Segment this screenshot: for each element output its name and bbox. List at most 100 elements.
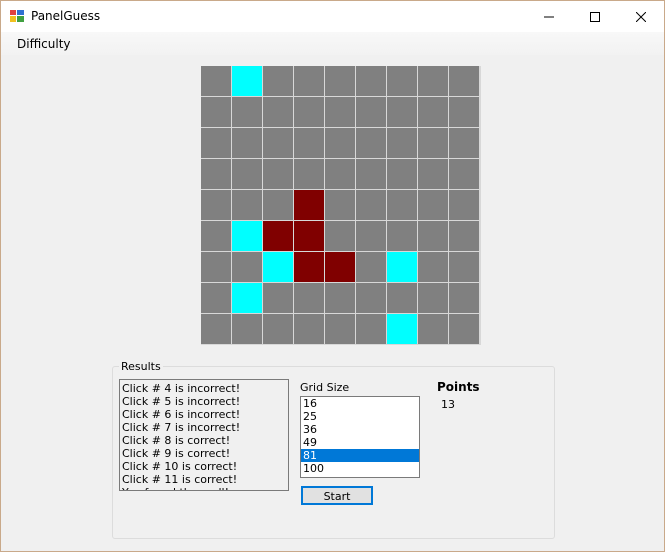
grid-cell[interactable] — [263, 283, 293, 313]
menu-difficulty[interactable]: Difficulty — [17, 37, 71, 51]
grid-cell[interactable] — [449, 97, 479, 127]
grid-cell-correct[interactable] — [232, 221, 262, 251]
grid-size-option[interactable]: 81 — [301, 449, 419, 462]
grid-cell[interactable] — [418, 190, 448, 220]
grid-cell[interactable] — [232, 97, 262, 127]
grid-cell[interactable] — [418, 159, 448, 189]
grid-cell[interactable] — [387, 283, 417, 313]
grid-cell[interactable] — [387, 97, 417, 127]
grid-size-option[interactable]: 100 — [301, 462, 419, 475]
grid-cell[interactable] — [263, 159, 293, 189]
grid-cell[interactable] — [263, 314, 293, 344]
grid-cell-target[interactable] — [294, 252, 324, 282]
grid-cell[interactable] — [449, 66, 479, 96]
grid-cell[interactable] — [263, 190, 293, 220]
grid-size-option[interactable]: 49 — [301, 436, 419, 449]
title-bar[interactable]: PanelGuess — [1, 1, 664, 32]
grid-cell[interactable] — [387, 159, 417, 189]
grid-cell[interactable] — [356, 190, 386, 220]
grid-cell-correct[interactable] — [232, 283, 262, 313]
grid-cell[interactable] — [356, 283, 386, 313]
grid-cell[interactable] — [201, 221, 231, 251]
grid-cell[interactable] — [418, 97, 448, 127]
grid-cell[interactable] — [201, 97, 231, 127]
grid-cell[interactable] — [201, 252, 231, 282]
grid-cell[interactable] — [356, 128, 386, 158]
grid-cell[interactable] — [263, 66, 293, 96]
grid-cell[interactable] — [325, 66, 355, 96]
grid-cell[interactable] — [387, 66, 417, 96]
results-label: Results — [119, 360, 163, 373]
grid-cell[interactable] — [201, 128, 231, 158]
grid-cell[interactable] — [418, 221, 448, 251]
grid-cell[interactable] — [232, 128, 262, 158]
grid-cell-target[interactable] — [294, 221, 324, 251]
grid-cell[interactable] — [325, 159, 355, 189]
grid-cell[interactable] — [418, 128, 448, 158]
menu-bar: Difficulty — [1, 32, 664, 55]
grid-cell[interactable] — [449, 159, 479, 189]
grid-cell[interactable] — [449, 190, 479, 220]
grid-cell[interactable] — [356, 252, 386, 282]
grid-cell[interactable] — [201, 283, 231, 313]
grid-cell-correct[interactable] — [387, 314, 417, 344]
grid-cell[interactable] — [263, 97, 293, 127]
grid-cell-correct[interactable] — [263, 252, 293, 282]
grid-cell[interactable] — [201, 66, 231, 96]
grid-cell[interactable] — [325, 97, 355, 127]
grid-cell[interactable] — [263, 128, 293, 158]
grid-cell[interactable] — [294, 159, 324, 189]
grid-size-option[interactable]: 25 — [301, 410, 419, 423]
results-log[interactable]: Click # 4 is incorrect! Click # 5 is inco… — [119, 379, 289, 491]
start-button[interactable]: Start — [301, 486, 373, 505]
grid-cell[interactable] — [294, 314, 324, 344]
grid-cell[interactable] — [201, 159, 231, 189]
grid-size-option[interactable]: 36 — [301, 423, 419, 436]
grid-cell[interactable] — [232, 159, 262, 189]
window-title: PanelGuess — [31, 9, 101, 23]
grid-cell[interactable] — [325, 128, 355, 158]
grid-cell-target[interactable] — [263, 221, 293, 251]
log-line: Click # 6 is incorrect! — [122, 408, 241, 421]
grid-cell-target[interactable] — [325, 252, 355, 282]
grid-cell[interactable] — [325, 283, 355, 313]
grid-cell[interactable] — [356, 221, 386, 251]
maximize-button[interactable] — [572, 1, 618, 32]
grid-cell[interactable] — [201, 190, 231, 220]
grid-cell[interactable] — [356, 159, 386, 189]
grid-cell[interactable] — [294, 128, 324, 158]
grid-cell[interactable] — [418, 314, 448, 344]
grid-cell[interactable] — [418, 66, 448, 96]
grid-cell[interactable] — [449, 252, 479, 282]
close-button[interactable] — [618, 1, 664, 32]
grid-cell[interactable] — [356, 314, 386, 344]
grid-size-listbox[interactable]: 16 25 36 49 81 100 — [300, 396, 420, 478]
grid-cell[interactable] — [449, 314, 479, 344]
grid-cell-correct[interactable] — [232, 66, 262, 96]
grid-cell[interactable] — [449, 221, 479, 251]
grid-cell[interactable] — [387, 128, 417, 158]
grid-cell[interactable] — [449, 128, 479, 158]
grid-cell[interactable] — [356, 97, 386, 127]
grid-cell[interactable] — [356, 66, 386, 96]
grid-cell[interactable] — [232, 252, 262, 282]
grid-cell[interactable] — [449, 283, 479, 313]
minimize-button[interactable] — [526, 1, 572, 32]
grid-size-option[interactable]: 16 — [301, 397, 419, 410]
grid-cell[interactable] — [232, 190, 262, 220]
grid-cell[interactable] — [232, 314, 262, 344]
grid-cell[interactable] — [325, 221, 355, 251]
grid-cell[interactable] — [294, 283, 324, 313]
grid-cell[interactable] — [418, 283, 448, 313]
grid-cell[interactable] — [294, 66, 324, 96]
grid-cell[interactable] — [387, 221, 417, 251]
grid-cell-correct[interactable] — [387, 252, 417, 282]
grid-cell[interactable] — [418, 252, 448, 282]
app-window: PanelGuess Difficulty Results Click # 4 … — [0, 0, 665, 552]
grid-cell[interactable] — [201, 314, 231, 344]
grid-cell[interactable] — [325, 190, 355, 220]
grid-cell[interactable] — [294, 97, 324, 127]
grid-cell[interactable] — [325, 314, 355, 344]
grid-cell[interactable] — [387, 190, 417, 220]
grid-cell-target[interactable] — [294, 190, 324, 220]
